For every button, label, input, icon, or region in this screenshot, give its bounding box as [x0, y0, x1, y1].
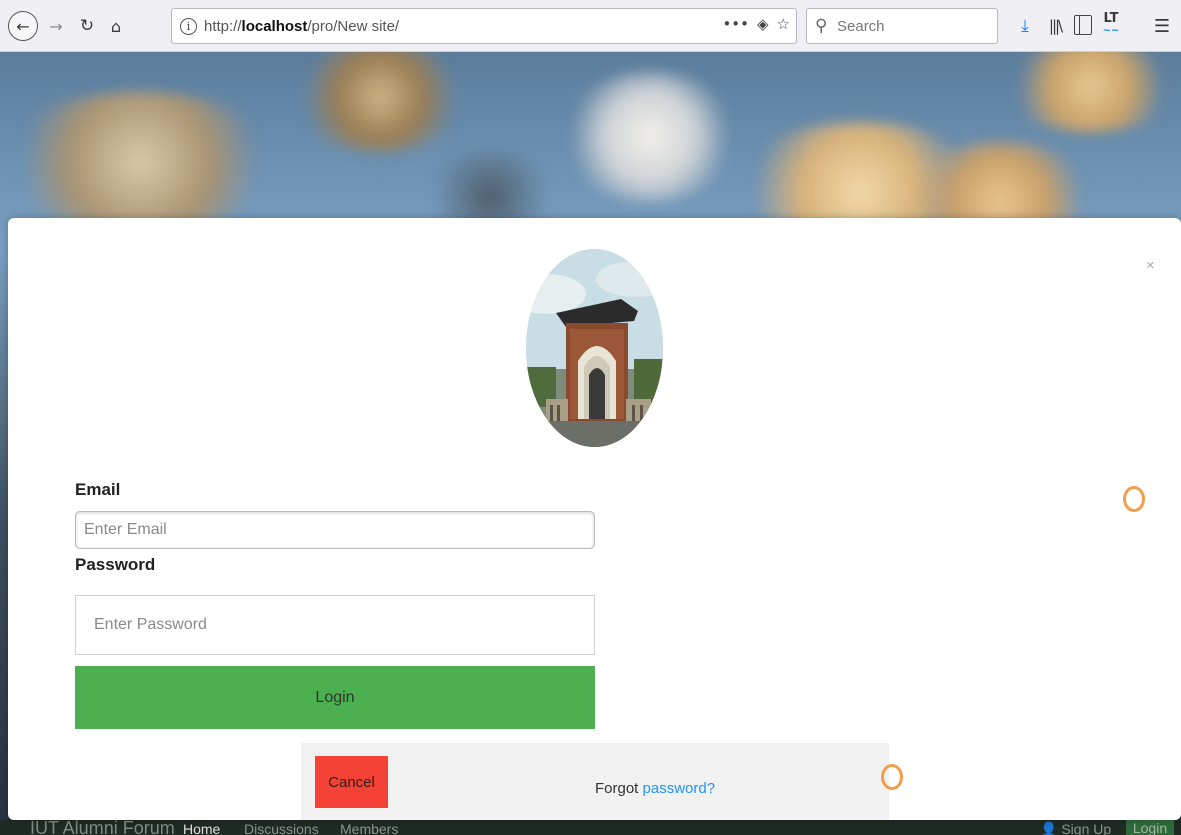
forgot-prefix: Forgot [595, 780, 639, 797]
forgot-password-text: Forgot password? [595, 780, 715, 797]
sidebar-icon[interactable] [1074, 15, 1092, 35]
url-host: localhost [241, 18, 308, 35]
search-placeholder: Search [837, 18, 885, 35]
reload-icon[interactable]: ↻ [76, 13, 98, 39]
password-field[interactable] [75, 595, 595, 655]
cloud [560, 72, 740, 202]
nav-home[interactable]: Home [183, 821, 220, 835]
info-icon[interactable]: i [180, 18, 197, 35]
back-icon[interactable]: ← [8, 11, 38, 41]
nav-sign-up[interactable]: 👤 Sign Up [1040, 821, 1111, 835]
building-image [526, 249, 663, 447]
url-bar[interactable]: i http://localhost/pro/New site/ ••• ◈ ☆ [171, 8, 797, 44]
pocket-icon[interactable]: ◈ [757, 15, 769, 33]
email-field[interactable] [75, 511, 595, 549]
ring-icon [1123, 486, 1145, 512]
nav-login-button[interactable]: Login [1126, 820, 1174, 835]
cloud [290, 52, 470, 152]
url-prefix: http:// [204, 18, 242, 35]
search-input[interactable]: ⚲ Search [806, 8, 998, 44]
download-icon[interactable]: ⤓ [1014, 13, 1036, 39]
nav-discussions[interactable]: Discussions [244, 821, 319, 835]
home-icon[interactable]: ⌂ [104, 13, 128, 39]
library-icon[interactable]: |||\ [1044, 13, 1066, 39]
search-icon: ⚲ [815, 16, 828, 36]
email-label: Email [75, 480, 121, 499]
cancel-button[interactable]: Cancel [315, 756, 388, 808]
cloud [1000, 52, 1181, 132]
close-icon[interactable]: × [1146, 257, 1155, 274]
password-label: Password [75, 555, 156, 574]
more-icon[interactable]: ••• [722, 15, 749, 33]
menu-icon[interactable]: ☰ [1150, 13, 1174, 39]
languagetool-icon[interactable]: LT ~~ [1100, 10, 1122, 40]
nav-sign-up-label: Sign Up [1061, 821, 1112, 835]
user-icon: 👤 [1040, 821, 1062, 835]
login-button[interactable]: Login [75, 666, 595, 729]
forgot-password-link[interactable]: password? [643, 780, 716, 797]
browser-toolbar: ← → ↻ ⌂ i http://localhost/pro/New site/… [0, 0, 1181, 52]
bookmark-star-icon[interactable]: ☆ [777, 15, 790, 33]
forward-icon[interactable]: → [46, 13, 66, 39]
nav-members[interactable]: Members [340, 821, 398, 835]
url-text[interactable]: http://localhost/pro/New site/ [204, 18, 399, 35]
url-actions: ••• ◈ ☆ [722, 15, 790, 33]
site-brand[interactable]: IUT Alumni Forum [30, 818, 175, 835]
site-navbar: IUT Alumni Forum Home Discussions Member… [0, 818, 1181, 835]
avatar [526, 249, 663, 447]
ring-icon [881, 764, 903, 790]
url-path: /pro/New site/ [307, 18, 400, 35]
cloud [0, 92, 280, 232]
